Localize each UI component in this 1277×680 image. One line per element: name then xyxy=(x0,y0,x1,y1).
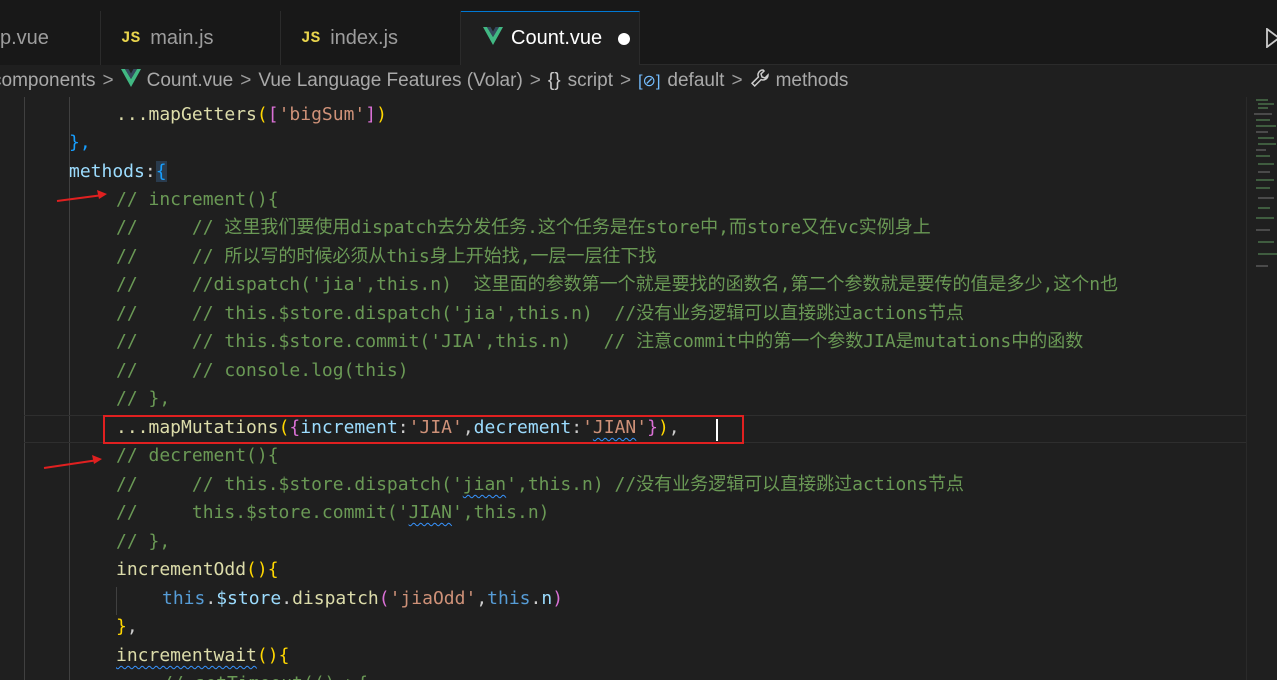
module-icon: [⊘] xyxy=(638,73,661,90)
indent-guide xyxy=(24,97,25,680)
tab-bar: p.vue JS main.js JS index.js Count.vue xyxy=(0,0,1277,65)
code-line: // this.$store.commit('JIAN',this.n) xyxy=(116,502,550,523)
text-cursor xyxy=(716,419,718,441)
chevron-right-icon: > xyxy=(240,70,252,91)
code-line: // // 这里我们要使用dispatch去分发任务.这个任务是在store中,… xyxy=(116,217,931,238)
breadcrumb-methods[interactable]: methods xyxy=(776,70,849,92)
breadcrumb: components > Count.vue > Vue Language Fe… xyxy=(0,65,1277,97)
arrow-annotation-icon xyxy=(43,455,102,469)
wrench-icon xyxy=(750,68,770,94)
code-line: // // this.$store.dispatch('jian',this.n… xyxy=(116,474,965,495)
code-line: // // console.log(this) xyxy=(116,360,409,381)
code-line: }, xyxy=(116,616,138,637)
js-icon: JS xyxy=(121,29,141,47)
code-line: this.$store.dispatch('jiaOdd',this.n) xyxy=(162,588,564,609)
tab-label: p.vue xyxy=(0,26,49,49)
code-line: // setTimeout(()=>{ xyxy=(162,670,368,680)
code-line: // // 所以写的时候必须从this身上开始找,一层一层往下找 xyxy=(116,246,657,267)
breadcrumb-script[interactable]: script xyxy=(568,70,613,92)
vue-icon xyxy=(483,26,503,51)
minimap-divider xyxy=(1246,97,1247,680)
code-line: methods:{ xyxy=(69,161,167,182)
code-line: // //dispatch('jia',this.n) 这里面的参数第一个就是要… xyxy=(116,274,1119,295)
code-line: // }, xyxy=(116,388,171,409)
indent-guide xyxy=(116,587,117,615)
tab-label: Count.vue xyxy=(511,27,603,49)
tab-p-vue[interactable]: p.vue xyxy=(0,11,101,65)
tab-label: index.js xyxy=(330,26,399,49)
code-line: ...mapGetters(['bigSum']) xyxy=(116,104,387,125)
breadcrumb-default[interactable]: default xyxy=(667,70,724,92)
chevron-right-icon: > xyxy=(731,70,743,91)
breadcrumb-file[interactable]: Count.vue xyxy=(147,70,234,92)
code-line: }, xyxy=(69,132,91,153)
vue-icon xyxy=(120,69,141,93)
breadcrumb-components[interactable]: components xyxy=(0,70,96,92)
code-line: incrementOdd(){ xyxy=(116,559,279,580)
unsaved-dot-icon[interactable] xyxy=(618,32,631,45)
js-icon: JS xyxy=(301,29,321,47)
run-icon[interactable] xyxy=(1265,27,1277,53)
braces-icon: {} xyxy=(547,70,561,91)
code-line: incrementwait(){ xyxy=(116,645,290,666)
breadcrumb-language[interactable]: Vue Language Features (Volar) xyxy=(258,70,522,92)
tab-index-js[interactable]: JS index.js xyxy=(281,11,461,65)
chevron-right-icon: > xyxy=(620,70,632,91)
code-editor[interactable]: ...mapGetters(['bigSum']) }, methods:{ /… xyxy=(0,97,1277,680)
tab-count-vue[interactable]: Count.vue xyxy=(461,11,640,65)
chevron-right-icon: > xyxy=(529,70,541,91)
code-line: // }, xyxy=(116,531,171,552)
arrow-annotation-icon xyxy=(56,190,107,202)
code-line: // // this.$store.commit('JIA',this.n) /… xyxy=(116,331,1084,352)
minimap[interactable] xyxy=(1250,97,1277,297)
tab-label: main.js xyxy=(150,26,214,49)
chevron-right-icon: > xyxy=(102,70,114,91)
tab-main-js[interactable]: JS main.js xyxy=(101,11,281,65)
code-line: // // this.$store.dispatch('jia',this.n)… xyxy=(116,303,965,324)
code-line: // increment(){ xyxy=(116,189,279,210)
code-line: // decrement(){ xyxy=(116,445,279,466)
highlight-annotation-box xyxy=(103,415,744,444)
